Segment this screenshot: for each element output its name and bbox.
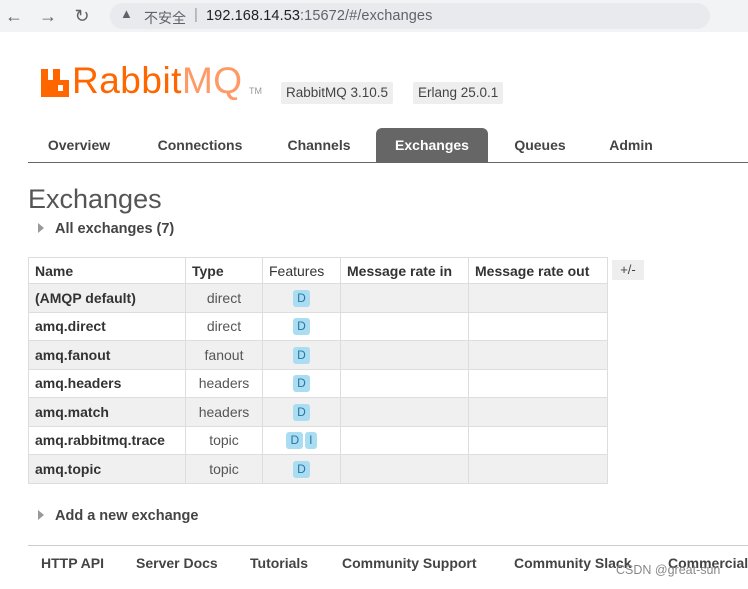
column-options-button[interactable]: +/- [612, 260, 644, 280]
message-rate-out [468, 425, 608, 455]
browser-address-bar: ← → ↻ ▲ 不安全 | 192.168.14.53:15672/#/exch… [0, 0, 748, 32]
message-rate-out [468, 311, 608, 341]
table-row: amq.match headers D [28, 397, 608, 427]
exchange-name-link[interactable]: amq.rabbitmq.trace [28, 425, 186, 455]
column-header-features: Features [262, 257, 341, 284]
rabbitmq-version-badge: RabbitMQ 3.10.5 [281, 82, 394, 104]
exchange-features: DI [262, 425, 341, 455]
column-header-name[interactable]: Name [28, 257, 186, 284]
logo-trademark: TM [249, 86, 262, 96]
tab-overview[interactable]: Overview [28, 128, 130, 162]
exchange-features: D [262, 283, 341, 313]
exchange-name-link[interactable]: amq.match [28, 397, 186, 427]
warning-icon[interactable]: ▲ [120, 6, 133, 21]
message-rate-in [340, 340, 469, 370]
message-rate-in [340, 425, 469, 455]
durable-badge: D [286, 432, 304, 450]
exchange-name-link[interactable]: (AMQP default) [28, 283, 186, 313]
add-exchange-toggle[interactable]: Add a new exchange [38, 508, 198, 524]
column-header-message-rate-in: Message rate in [340, 257, 469, 284]
exchange-type: topic [185, 454, 263, 484]
message-rate-in [340, 311, 469, 341]
internal-badge: I [305, 432, 317, 450]
forward-arrow-icon[interactable]: → [36, 4, 60, 28]
message-rate-out [468, 368, 608, 398]
exchange-type: headers [185, 368, 263, 398]
table-row: amq.fanout fanout D [28, 340, 608, 370]
url-text[interactable]: 192.168.14.53:15672/#/exchanges [206, 8, 432, 24]
durable-badge: D [293, 375, 310, 393]
exchange-features: D [262, 454, 341, 484]
exchange-type: headers [185, 397, 263, 427]
table-row: amq.headers headers D [28, 368, 608, 398]
exchange-name-link[interactable]: amq.fanout [28, 340, 186, 370]
watermark: CSDN @great-sun [616, 563, 721, 577]
exchange-features: D [262, 340, 341, 370]
footer-link-server-docs[interactable]: Server Docs [136, 555, 218, 571]
durable-badge: D [293, 318, 310, 336]
table-row: (AMQP default) direct D [28, 283, 608, 313]
exchange-features: D [262, 368, 341, 398]
exchange-type: direct [185, 283, 263, 313]
logo-text: RabbitMQ [72, 60, 243, 101]
url-separator: | [194, 6, 198, 23]
durable-badge: D [293, 289, 310, 307]
table-header-row: Name Type Features Message rate in Messa… [28, 257, 608, 284]
exchange-type: topic [185, 425, 263, 455]
table-row: amq.rabbitmq.trace topic DI [28, 425, 608, 455]
exchange-features: D [262, 397, 341, 427]
exchange-type: fanout [185, 340, 263, 370]
footer-link-community-slack[interactable]: Community Slack [514, 555, 631, 571]
footer-link-tutorials[interactable]: Tutorials [250, 555, 308, 571]
column-header-message-rate-out: Message rate out [468, 257, 608, 284]
table-row: amq.topic topic D [28, 454, 608, 484]
exchange-features: D [262, 311, 341, 341]
message-rate-out [468, 397, 608, 427]
table-row: amq.direct direct D [28, 311, 608, 341]
column-header-type[interactable]: Type [185, 257, 263, 284]
erlang-version-badge: Erlang 25.0.1 [413, 82, 504, 104]
insecure-label[interactable]: 不安全 [144, 8, 186, 28]
message-rate-out [468, 454, 608, 484]
message-rate-out [468, 340, 608, 370]
all-exchanges-toggle[interactable]: All exchanges (7) [38, 221, 174, 237]
reload-icon[interactable]: ↻ [70, 4, 94, 28]
tab-exchanges[interactable]: Exchanges [376, 128, 488, 162]
url-field[interactable]: ▲ 不安全 | 192.168.14.53:15672/#/exchanges [110, 3, 710, 29]
exchange-name-link[interactable]: amq.topic [28, 454, 186, 484]
message-rate-in [340, 283, 469, 313]
durable-badge: D [293, 460, 310, 478]
back-arrow-icon[interactable]: ← [2, 4, 26, 28]
message-rate-in [340, 454, 469, 484]
tab-admin[interactable]: Admin [594, 128, 668, 162]
exchange-name-link[interactable]: amq.headers [28, 368, 186, 398]
exchange-name-link[interactable]: amq.direct [28, 311, 186, 341]
message-rate-out [468, 283, 608, 313]
footer-link-http-api[interactable]: HTTP API [41, 555, 104, 571]
expand-caret-icon [38, 510, 44, 521]
tab-channels[interactable]: Channels [272, 128, 366, 162]
main-nav-tabs: Overview Connections Channels Exchanges … [28, 128, 748, 163]
exchange-type: direct [185, 311, 263, 341]
rabbitmq-logo-icon [41, 69, 69, 97]
tab-queues[interactable]: Queues [498, 128, 582, 162]
page-title: Exchanges [28, 184, 162, 214]
exchanges-table: Name Type Features Message rate in Messa… [28, 257, 608, 484]
message-rate-in [340, 397, 469, 427]
expand-caret-icon [38, 223, 44, 234]
durable-badge: D [293, 346, 310, 364]
message-rate-in [340, 368, 469, 398]
durable-badge: D [293, 403, 310, 421]
tab-connections[interactable]: Connections [140, 128, 260, 162]
footer-link-community-support[interactable]: Community Support [342, 555, 477, 571]
